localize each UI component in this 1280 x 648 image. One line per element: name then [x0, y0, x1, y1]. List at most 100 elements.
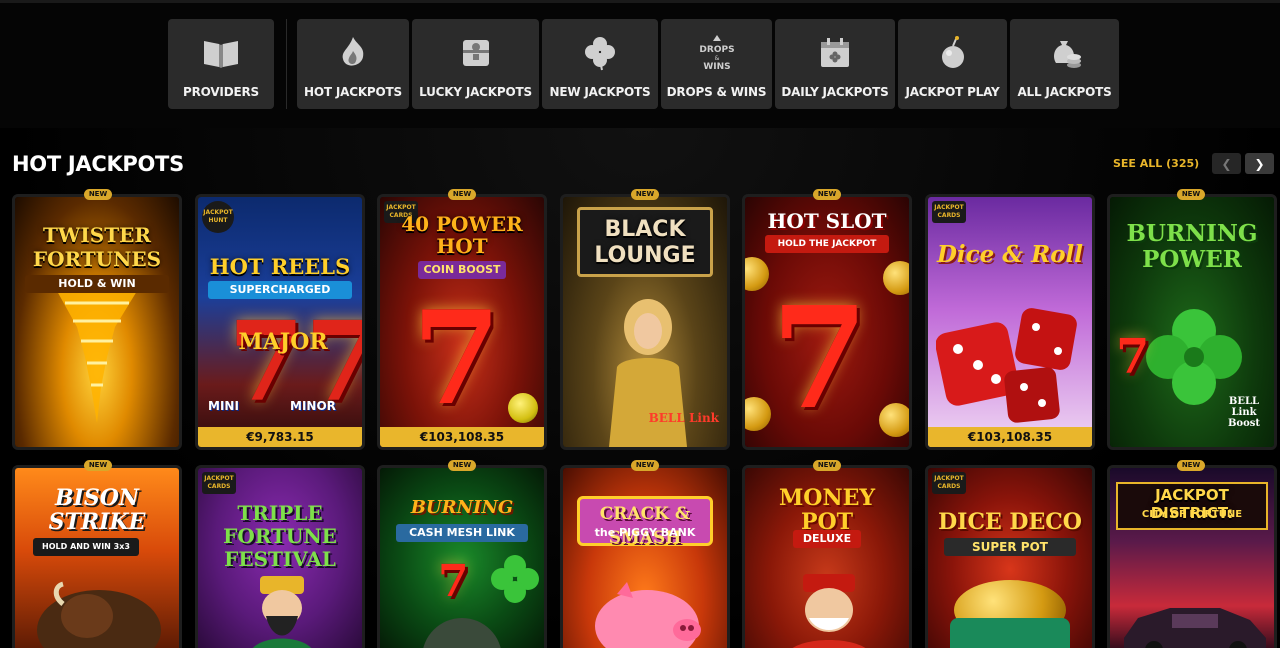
money-bag-coins-icon — [1045, 33, 1085, 73]
game-subtitle: HOLD THE JACKPOT — [765, 235, 889, 253]
new-badge: NEW — [84, 460, 112, 471]
treasure-chest-icon — [456, 33, 496, 73]
game-title: BURNING POWER — [1126, 220, 1258, 273]
new-badge: NEW — [448, 189, 476, 200]
game-title: 40 POWER HOT — [401, 212, 523, 258]
chevron-right-icon: ❯ — [1254, 156, 1265, 171]
bomb-icon — [933, 33, 973, 73]
book-icon — [201, 33, 241, 73]
dice-graphic — [936, 308, 1077, 423]
jackpot-amount: €103,108.35 — [928, 427, 1092, 447]
category-label: PROVIDERS — [183, 85, 259, 99]
hot-jackpots-section: HOT JACKPOTS SEE ALL (325) ❮ ❯ NEW NEW N… — [0, 128, 1280, 648]
game-tile-twister-fortunes[interactable]: TWISTER FORTUNES HOLD & WIN — [12, 194, 182, 450]
category-hot-jackpots[interactable]: HOT JACKPOTS — [297, 19, 409, 109]
game-subtitle: DELUXE — [793, 530, 861, 548]
game-tile-burning-slots[interactable]: BURNING SLOTS CASH MESH LINK 7 — [377, 465, 547, 648]
calendar-clover-icon — [815, 33, 855, 73]
chevron-left-icon: ❮ — [1221, 156, 1232, 171]
tornado-graphic — [57, 291, 137, 423]
category-jackpot-play[interactable]: JACKPOT PLAY — [898, 19, 1007, 109]
game-title: TWISTER FORTUNES — [32, 223, 162, 271]
game-tile-burning-power[interactable]: BURNING POWER 7 BELL Link Boost — [1107, 194, 1277, 450]
car-graphic — [1124, 608, 1266, 648]
top-divider — [0, 0, 1280, 3]
mini-label: MINI — [208, 399, 239, 413]
seven-symbol: 7 — [1116, 329, 1150, 385]
carousel-next-button[interactable]: ❯ — [1245, 153, 1274, 174]
minor-label: MINOR — [290, 399, 336, 413]
game-title: BLACK LOUNGE — [594, 217, 696, 268]
section-title: HOT JACKPOTS — [12, 152, 184, 176]
major-label: MAJOR — [238, 329, 328, 355]
new-badge: NEW — [448, 460, 476, 471]
category-label: LUCKY JACKPOTS — [419, 85, 532, 99]
game-subtitle: the PIGGY BANK — [594, 526, 696, 539]
game-tile-crack-smash[interactable]: CRACK & SMASH the PIGGY BANK — [560, 465, 730, 648]
category-new-jackpots[interactable]: NEW JACKPOTS — [542, 19, 658, 109]
game-subtitle: CASH MESH LINK — [396, 524, 528, 542]
category-label: HOT JACKPOTS — [304, 85, 402, 99]
category-label: ALL JACKPOTS — [1017, 85, 1112, 99]
category-lucky-jackpots[interactable]: LUCKY JACKPOTS — [412, 19, 539, 109]
game-tile-dice-and-roll[interactable]: JACKPOT CARDS Dice & Roll €103,108.35 — [925, 194, 1095, 450]
game-tile-bison-strike[interactable]: BISON STRIKE HOLD AND WIN 3x3 — [12, 465, 182, 648]
game-tile-black-lounge[interactable]: BLACK LOUNGE BELL Link — [560, 194, 730, 450]
game-tile-hot-reels[interactable]: JACKPOT HUNT HOT REELS SUPERCHARGED 77 M… — [195, 194, 365, 450]
drops-wins-logo-icon: DROPS & WINS — [697, 33, 737, 73]
jackpot-amount: €103,108.35 — [380, 427, 544, 447]
game-tile-triple-fortune-festival[interactable]: JACKPOT CARDS TRIPLE FORTUNE FESTIVAL — [195, 465, 365, 648]
category-providers[interactable]: PROVIDERS — [168, 19, 274, 109]
new-badge: NEW — [631, 460, 659, 471]
new-badge: NEW — [813, 189, 841, 200]
game-tile-dice-deco[interactable]: JACKPOT CARDS DICE DECO SUPER POT — [925, 465, 1095, 648]
game-subtitle: HOLD & WIN — [25, 275, 169, 293]
coin-graphic — [883, 261, 909, 295]
svg-text:DROPS: DROPS — [699, 45, 734, 55]
bison-graphic — [37, 581, 161, 648]
svg-text:&: & — [714, 55, 719, 62]
game-title: TRIPLE FORTUNE FESTIVAL — [223, 501, 337, 571]
fortune-god-graphic — [792, 574, 866, 648]
game-tile-hot-slot[interactable]: HOT SLOT HOLD THE JACKPOT 7 — [742, 194, 912, 450]
bell-link-logo: BELL Link — [648, 411, 719, 425]
seven-symbol: 7 — [771, 277, 869, 441]
category-daily-jackpots[interactable]: DAILY JACKPOTS — [775, 19, 895, 109]
svg-text:WINS: WINS — [703, 62, 730, 72]
game-tile-money-pot[interactable]: MONEY POT DELUXE — [742, 465, 912, 648]
game-subtitle: SUPER POT — [944, 538, 1076, 556]
game-title: Dice & Roll — [936, 241, 1084, 268]
flame-chili-icon — [333, 33, 373, 73]
game-subtitle: HOLD AND WIN 3x3 — [33, 538, 139, 556]
game-subtitle: COIN BOOST — [418, 261, 506, 279]
category-nav: PROVIDERS HOT JACKPOTS LUCKY JACKPOTS NE… — [0, 0, 1280, 128]
game-title: HOT SLOT — [767, 209, 887, 233]
jackpot-cards-logo: JACKPOT CARDS — [202, 472, 236, 494]
game-tile-40-power-hot[interactable]: JACKPOT CARDS 40 POWER HOT COIN BOOST 7 … — [377, 194, 547, 450]
game-title: BISON STRIKE — [48, 485, 146, 535]
category-drops-wins[interactable]: DROPS & WINS DROPS & WINS — [661, 19, 772, 109]
category-label: NEW JACKPOTS — [549, 85, 651, 99]
jackpot-hunt-logo: JACKPOT HUNT — [202, 201, 234, 233]
lemon-graphic — [508, 393, 538, 423]
seven-symbol: 7 — [438, 556, 469, 607]
game-tile-jackpot-district[interactable]: JACKPOT DISTRICT: CITY OF FORTUNE — [1107, 465, 1277, 648]
new-badge: NEW — [1177, 460, 1205, 471]
game-title: HOT REELS — [209, 254, 351, 279]
new-badge: NEW — [84, 189, 112, 200]
pot-graphic — [950, 618, 1070, 648]
see-all-link[interactable]: SEE ALL (325) — [1113, 157, 1199, 170]
piggy-bank-graphic — [595, 582, 701, 648]
new-badge: NEW — [1177, 189, 1205, 200]
game-title: DICE DECO — [938, 509, 1082, 535]
new-badge: NEW — [631, 189, 659, 200]
category-label: JACKPOT PLAY — [905, 85, 1000, 99]
clover-graphic — [491, 555, 539, 603]
coin-graphic — [879, 403, 909, 437]
clover-graphic — [1146, 309, 1242, 405]
category-label: DAILY JACKPOTS — [781, 85, 889, 99]
category-label: DROPS & WINS — [666, 85, 767, 99]
carousel-prev-button[interactable]: ❮ — [1212, 153, 1241, 174]
seven-symbol: 7 — [412, 284, 502, 434]
category-all-jackpots[interactable]: ALL JACKPOTS — [1010, 19, 1119, 109]
